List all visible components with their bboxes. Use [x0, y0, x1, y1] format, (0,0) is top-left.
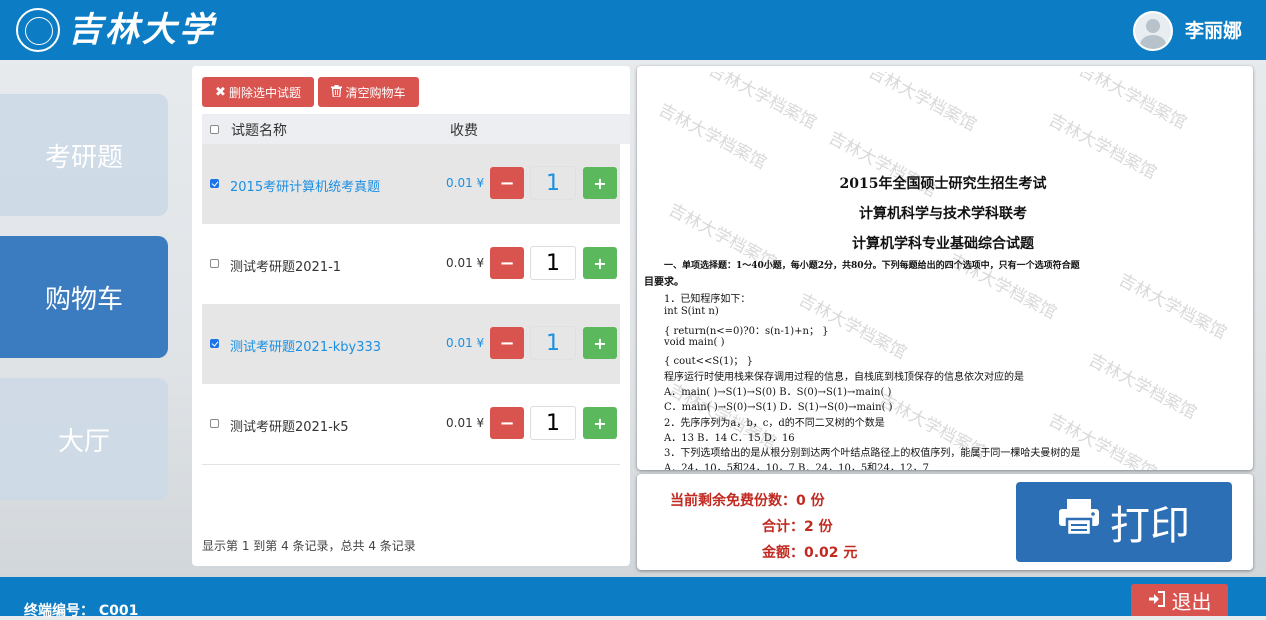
- document-text-line: A．main( )→S(1)→S(0) B．S(0)→S(1)→main( ): [664, 387, 892, 398]
- minus-icon: −: [499, 252, 515, 274]
- decrease-quantity-button[interactable]: −: [490, 247, 524, 279]
- sidebar-item-hall[interactable]: 大厅: [0, 378, 168, 500]
- row-checkbox[interactable]: [210, 419, 219, 428]
- document-title-line-1: 2015年全国硕士研究生招生考试: [839, 176, 1047, 192]
- top-header: 吉林大学 李丽娜: [0, 0, 1266, 60]
- delete-selected-label: 删除选中试题: [228, 85, 301, 100]
- delete-selected-button[interactable]: ✖ 删除选中试题: [202, 77, 314, 107]
- printer-icon: [1058, 498, 1100, 546]
- watermark: 吉林大学档案馆: [1085, 349, 1200, 424]
- minus-icon: −: [499, 172, 515, 194]
- document-text-line: void main( ): [664, 337, 725, 348]
- total-copies: 合计：2 份: [762, 519, 833, 535]
- decrease-quantity-button[interactable]: −: [490, 327, 524, 359]
- row-checkbox[interactable]: [210, 179, 219, 188]
- document-title-line-2: 计算机科学与技术学科联考: [859, 206, 1027, 222]
- quantity-input[interactable]: [530, 326, 576, 360]
- university-name-logo: 吉林大学: [68, 10, 216, 50]
- document-text-line: A．24，10，5和24，10，7 B．24，10，5和24，12，7: [664, 463, 929, 470]
- document-text-line: 2．先序序列为a，b，c，d的不同二叉树的个数是: [664, 418, 885, 429]
- increase-quantity-button[interactable]: +: [583, 327, 617, 359]
- pagination-info: 显示第 1 到第 4 条记录，总共 4 条记录: [202, 539, 416, 553]
- select-all-checkbox[interactable]: [210, 125, 219, 134]
- column-header-price: 收费: [450, 123, 478, 139]
- trash-icon: [331, 84, 343, 100]
- item-name[interactable]: 测试考研题2021-kby333: [230, 336, 381, 355]
- exit-label: 退出: [1171, 589, 1212, 614]
- print-label: 打印: [1110, 503, 1190, 549]
- close-icon: ✖: [215, 84, 226, 100]
- footer-bar: [0, 577, 1266, 616]
- user-name[interactable]: 李丽娜: [1185, 16, 1242, 43]
- decrease-quantity-button[interactable]: −: [490, 167, 524, 199]
- user-avatar[interactable]: [1133, 11, 1173, 51]
- plus-icon: +: [593, 253, 607, 273]
- document-title-line-3: 计算机学科专业基础综合试题: [852, 236, 1034, 252]
- increase-quantity-button[interactable]: +: [583, 247, 617, 279]
- plus-icon: +: [593, 413, 607, 433]
- quantity-input[interactable]: [530, 166, 576, 200]
- item-name[interactable]: 测试考研题2021-k5: [230, 416, 349, 435]
- document-preview-panel: 吉林大学档案馆 吉林大学档案馆 吉林大学档案馆 吉林大学档案馆 吉林大学档案馆 …: [637, 66, 1253, 470]
- document-text-line: 1．已知程序如下：: [664, 294, 751, 305]
- plus-icon: +: [593, 333, 607, 353]
- quantity-input[interactable]: [530, 246, 576, 280]
- free-copies-remaining: 当前剩余免费份数：0 份: [670, 493, 825, 509]
- document-text-line: 3．下列选项给出的是从根分别到达两个叶结点路径上的权值序列，能属于同一棵哈夫曼树…: [664, 448, 1081, 459]
- document-text-line: 程序运行时使用栈来保存调用过程的信息，自栈底到栈顶保存的信息依次对应的是: [664, 372, 1024, 383]
- print-button[interactable]: 打印: [1016, 482, 1232, 562]
- decrease-quantity-button[interactable]: −: [490, 407, 524, 439]
- document-text-line: { cout<<S(1)； }: [664, 356, 753, 367]
- document-text-line: C．main( )→S(0)→S(1) D．S(1)→S(0)→main( ): [664, 402, 893, 413]
- document-text-line: { return(n<=0)?0：s(n-1)+n； }: [664, 326, 829, 337]
- item-name[interactable]: 2015考研计算机统考真题: [230, 176, 380, 195]
- document-text-line: 一、单项选择题：1～40小题，每小题2分，共80分。下列每题给出的四个选项中，只…: [664, 261, 1080, 271]
- total-amount: 金额：0.02 元: [762, 545, 858, 561]
- document-text-line: int S(int n): [664, 306, 719, 317]
- watermark: 吉林大学档案馆: [1045, 109, 1160, 184]
- sidebar-item-exam-questions[interactable]: 考研题: [0, 94, 168, 216]
- column-header-name: 试题名称: [231, 123, 287, 139]
- minus-icon: −: [499, 412, 515, 434]
- row-checkbox[interactable]: [210, 339, 219, 348]
- quantity-input[interactable]: [530, 406, 576, 440]
- document-text-line: 目要求。: [644, 277, 684, 288]
- item-price: 0.01 ¥: [446, 416, 485, 430]
- item-price: 0.01 ¥: [446, 336, 485, 350]
- increase-quantity-button[interactable]: +: [583, 167, 617, 199]
- minus-icon: −: [499, 332, 515, 354]
- sidebar-item-cart[interactable]: 购物车: [0, 236, 168, 358]
- item-name[interactable]: 测试考研题2021-1: [230, 256, 341, 275]
- clear-cart-label: 清空购物车: [345, 85, 406, 100]
- watermark: 吉林大学档案馆: [865, 72, 980, 136]
- watermark: 吉林大学档案馆: [655, 99, 770, 174]
- logout-icon: [1148, 588, 1166, 612]
- watermark: 吉林大学档案馆: [1115, 269, 1230, 344]
- document-preview[interactable]: 吉林大学档案馆 吉林大学档案馆 吉林大学档案馆 吉林大学档案馆 吉林大学档案馆 …: [644, 72, 1242, 470]
- exit-button[interactable]: 退出: [1131, 584, 1228, 616]
- table-bottom-divider: [202, 464, 620, 465]
- terminal-id: 终端编号： C001: [24, 603, 139, 619]
- document-text-line: A．13 B．14 C．15 D．16: [664, 433, 795, 444]
- row-checkbox[interactable]: [210, 259, 219, 268]
- item-price: 0.01 ¥: [446, 256, 485, 270]
- plus-icon: +: [593, 173, 607, 193]
- watermark: 吉林大学档案馆: [1045, 409, 1160, 470]
- university-seal-logo: [16, 8, 60, 52]
- item-price: 0.01 ¥: [446, 176, 485, 190]
- clear-cart-button[interactable]: 清空购物车: [318, 77, 419, 107]
- increase-quantity-button[interactable]: +: [583, 407, 617, 439]
